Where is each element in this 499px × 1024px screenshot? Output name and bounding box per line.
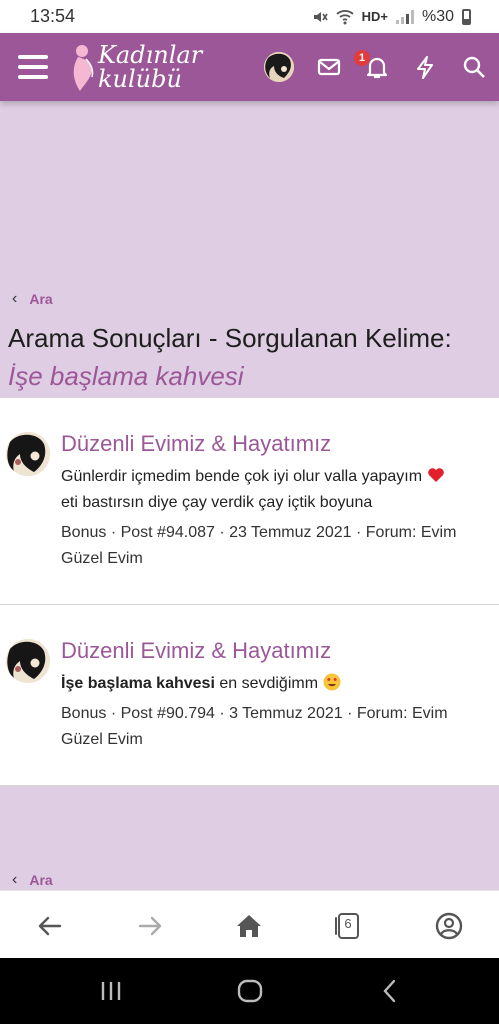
result-snippet: Günlerdir içmedim bende çok iyi olur val… [61,464,489,516]
result-meta: Bonus · Post #94.087 · 23 Temmuz 2021 · … [61,524,457,567]
search-query: İşe başlama kahvesi [8,361,244,391]
wifi-icon [335,9,354,24]
status-icons: HD+ %30 [312,8,471,26]
breadcrumb-bottom[interactable]: ‹ Ara [12,871,53,889]
forward-arrow-icon[interactable] [135,911,165,941]
back-arrow-icon[interactable] [35,911,65,941]
snippet-text: Günlerdir içmedim bende çok iyi olur val… [61,468,423,485]
heart-eyes-emoji [323,673,340,691]
home-circle-icon[interactable] [235,976,265,1006]
result-avatar[interactable] [6,432,50,476]
logo-figure-icon [73,45,94,91]
snippet-highlight: İşe başlama kahvesi [61,675,215,692]
network-label: HD+ [361,9,388,24]
result-snippet: İşe başlama kahvesi en sevdiğimm [61,671,489,697]
tab-count: 6 [344,916,352,931]
avatar-image-icon [6,639,50,683]
result-title[interactable]: Düzenli Evimiz & Hayatımız [61,637,489,665]
avatar-image-icon [6,432,50,476]
result-item[interactable]: Düzenli Evimiz & Hayatımız Günlerdir içm… [0,398,499,605]
status-time: 13:54 [30,6,76,26]
breadcrumb-label[interactable]: Ara [29,872,52,888]
heart-emoji [427,468,444,482]
browser-toolbar: 6 [0,890,499,958]
page-title: Arama Sonuçları - Sorgulanan Kelime: [8,323,452,353]
hamburger-icon[interactable] [18,55,48,79]
system-nav-bar [0,958,499,1024]
chevron-left-icon: ‹ [12,871,18,888]
search-results: Düzenli Evimiz & Hayatımız Günlerdir içm… [0,398,499,786]
mail-icon[interactable] [316,54,342,80]
mute-icon [313,11,328,22]
recents-icon[interactable] [96,976,126,1006]
avatar-image-icon [264,52,294,82]
user-avatar[interactable] [264,52,294,82]
result-avatar[interactable] [6,639,50,683]
snippet-text-cont: eti bastırsın diye çay verdik çay içtik … [61,494,373,511]
battery-percent: %30 [421,7,454,25]
tabs-icon[interactable]: 6 [333,911,363,941]
logo-text: Kadınlar kulübü [98,41,203,93]
status-bar: 13:54 HD+ %30 [0,0,499,33]
notification-badge: 1 [354,50,370,66]
result-title[interactable]: Düzenli Evimiz & Hayatımız [61,430,489,458]
site-logo[interactable]: Kadınlar kulübü [70,41,210,95]
result-meta: Bonus · Post #90.794 · 3 Temmuz 2021 · F… [61,705,448,748]
snippet-text: en sevdiğimm [214,675,319,692]
battery-icon [462,8,471,25]
home-icon[interactable] [234,911,264,941]
chevron-left-icon: ‹ [12,290,18,307]
nav-back-icon[interactable] [375,976,405,1006]
bolt-icon[interactable] [412,54,438,80]
signal-icon [395,9,414,24]
breadcrumb[interactable]: ‹ Ara [12,290,53,308]
account-icon[interactable] [434,911,464,941]
result-item[interactable]: Düzenli Evimiz & Hayatımız İşe başlama k… [0,605,499,786]
search-icon[interactable] [461,54,487,80]
breadcrumb-label[interactable]: Ara [29,291,52,307]
